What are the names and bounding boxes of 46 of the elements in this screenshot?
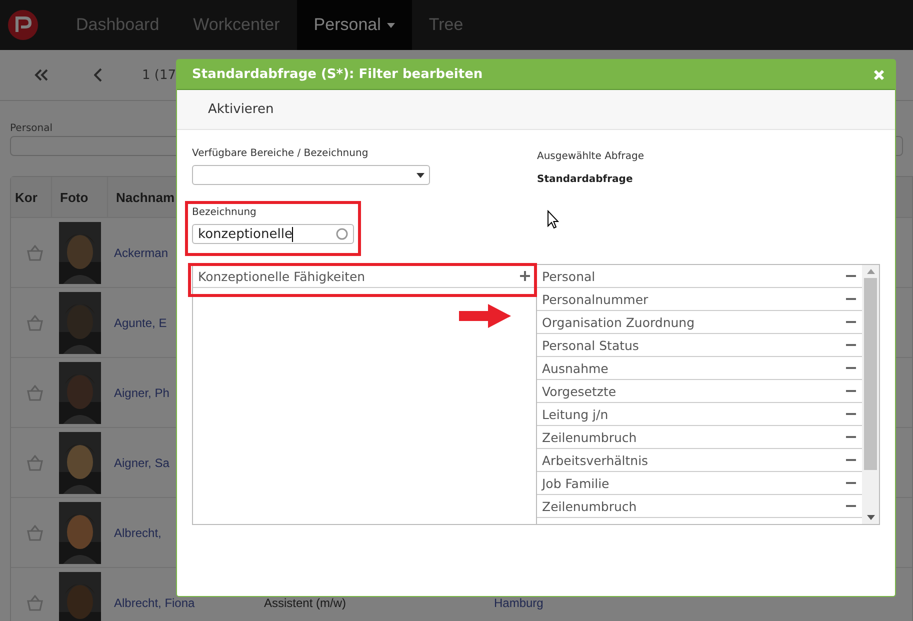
list-item[interactable]: Ausnahme bbox=[537, 357, 862, 380]
column-header[interactable]: Foto bbox=[52, 177, 108, 217]
list-item[interactable]: Arbeitsverhältnis bbox=[537, 449, 862, 472]
previous-page-icon[interactable] bbox=[94, 68, 102, 82]
basket-icon[interactable] bbox=[25, 244, 45, 260]
table-cell-text: Assistent (m/w) bbox=[264, 596, 348, 610]
activate-button[interactable]: Aktivieren bbox=[195, 98, 287, 121]
field-label: Personal bbox=[10, 123, 54, 134]
list-item[interactable]: Personal bbox=[537, 265, 862, 288]
list-item[interactable]: Konzeptionelle Fähigkeiten bbox=[193, 265, 536, 288]
field-label: Verfügbare Bereiche / Bezeichnung bbox=[192, 148, 370, 159]
list-item[interactable]: Personalnummer bbox=[537, 288, 862, 311]
dropdown[interactable] bbox=[192, 165, 430, 185]
search-field[interactable]: konzeptionelle bbox=[192, 224, 354, 244]
list-item[interactable]: Zeilenumbruch bbox=[537, 495, 862, 518]
first-page-icon[interactable] bbox=[34, 69, 48, 81]
cursor-icon bbox=[547, 210, 559, 229]
list-item[interactable]: Organisation Zuordnung bbox=[537, 311, 862, 334]
close-icon[interactable] bbox=[873, 68, 885, 80]
scroll-up-icon[interactable] bbox=[866, 269, 874, 274]
add-icon[interactable] bbox=[520, 271, 530, 281]
nav-tab[interactable]: Personal bbox=[296, 0, 412, 50]
list-item[interactable]: Leitung j/n bbox=[537, 403, 862, 426]
arrow-icon bbox=[458, 303, 512, 329]
list-item[interactable]: Job Familie bbox=[537, 472, 862, 495]
name-link[interactable]: Albrecht, Fiona bbox=[106, 596, 264, 610]
basket-icon[interactable] bbox=[25, 594, 45, 610]
scrollbar[interactable] bbox=[862, 265, 879, 524]
basket-icon[interactable] bbox=[25, 524, 45, 540]
list-item[interactable]: Vorgesetzte bbox=[537, 380, 862, 403]
scroll-down-icon[interactable] bbox=[866, 515, 874, 520]
dialog-title: Standardabfrage (S*): Filter bearbeiten bbox=[192, 67, 483, 82]
table-cell: Hamburg bbox=[494, 596, 544, 610]
column-header[interactable]: Kor bbox=[11, 177, 52, 217]
basket-icon[interactable] bbox=[25, 314, 45, 330]
basket-icon[interactable] bbox=[25, 384, 45, 400]
field-label: Ausgewählte Abfrage bbox=[537, 151, 644, 162]
logo-icon[interactable] bbox=[8, 10, 38, 40]
list-item[interactable]: Zeilenumbruch bbox=[537, 426, 862, 449]
selected-query: Standardabfrage bbox=[537, 174, 634, 185]
scroll-thumb[interactable] bbox=[864, 278, 877, 470]
spinner-icon bbox=[336, 228, 348, 240]
field-label: Bezeichnung bbox=[192, 207, 258, 218]
basket-icon[interactable] bbox=[25, 454, 45, 470]
list-item[interactable]: Personal Status bbox=[537, 334, 862, 357]
page-count: 1 (17 bbox=[142, 68, 176, 82]
